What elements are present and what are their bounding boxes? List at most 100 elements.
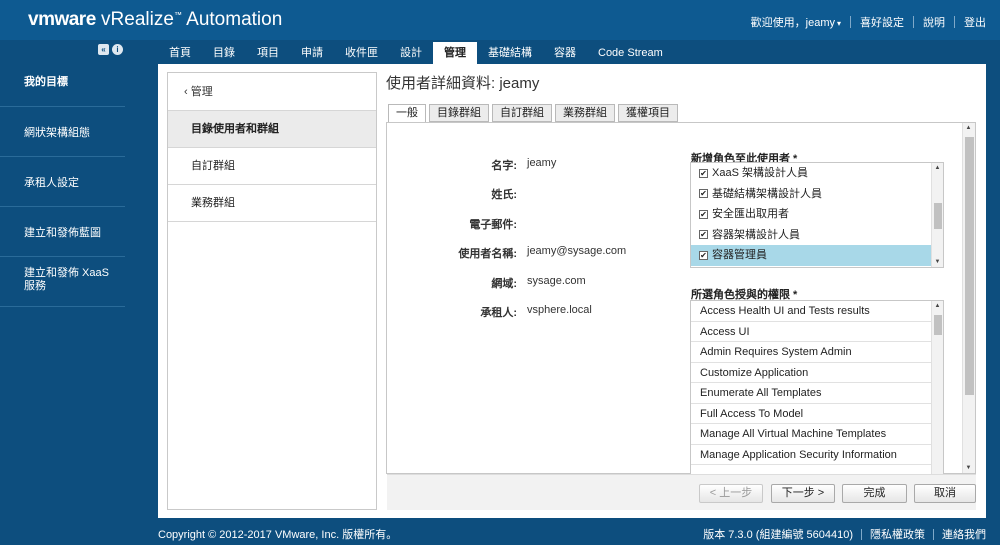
nav-tab-inbox[interactable]: 收件匣 bbox=[334, 42, 389, 64]
permission-item: Access Health UI and Tests results bbox=[691, 301, 943, 322]
sidebar-item-my-goals[interactable]: 我的目標 bbox=[0, 40, 125, 107]
brand-tm: ™ bbox=[173, 10, 182, 20]
nav-tab-catalog[interactable]: 目錄 bbox=[202, 42, 246, 64]
caret-down-icon: ▾ bbox=[836, 19, 841, 28]
scroll-thumb[interactable] bbox=[934, 315, 942, 335]
contact-link[interactable]: 連絡我們 bbox=[942, 526, 986, 542]
chevron-left-icon: ‹ bbox=[184, 86, 191, 98]
nav-tab-containers[interactable]: 容器 bbox=[543, 42, 587, 64]
scroll-up-icon[interactable]: ▲ bbox=[932, 301, 943, 311]
domain-value: sysage.com bbox=[527, 275, 586, 287]
nav-tab-items[interactable]: 項目 bbox=[246, 42, 290, 64]
nav-tab-design[interactable]: 設計 bbox=[389, 42, 433, 64]
cancel-button[interactable]: 取消 bbox=[914, 484, 976, 503]
divider bbox=[954, 16, 955, 28]
copyright-text: Copyright © 2012-2017 VMware, Inc. 版權所有。 bbox=[158, 529, 398, 541]
checkbox-checked-icon[interactable]: ✔ bbox=[699, 230, 708, 240]
privacy-link[interactable]: 隱私權政策 bbox=[870, 526, 925, 542]
permission-item: Manage All Virtual Machine Templates bbox=[691, 424, 943, 445]
header-links: 歡迎使用，jeamy ▾ 喜好設定 說明 登出 bbox=[751, 14, 986, 30]
brand-suffix: Automation bbox=[181, 9, 283, 30]
roles-list[interactable]: ✔ XaaS 架構設計人員 ✔ 基礎結構架構設計人員 ✔ 安全匯出取用者 ✔ 容器架構設… bbox=[690, 162, 944, 268]
divider bbox=[933, 528, 934, 540]
role-item-container-architect[interactable]: ✔ 容器架構設計人員 bbox=[691, 225, 943, 246]
username-value: jeamy@sysage.com bbox=[527, 245, 627, 257]
first-name-label: 名字: bbox=[491, 160, 517, 172]
permissions-list[interactable]: Access Health UI and Tests results Acces… bbox=[690, 300, 944, 474]
nav-tab-home[interactable]: 首頁 bbox=[158, 42, 202, 64]
detail-tabs: 一般 目錄群組 自訂群組 業務群組 獲權項目 bbox=[388, 104, 678, 123]
next-button[interactable]: 下一步 > bbox=[771, 484, 835, 503]
welcome-user-menu[interactable]: 歡迎使用，jeamy ▾ bbox=[751, 14, 841, 30]
permissions-scrollbar[interactable]: ▲ bbox=[931, 301, 943, 474]
role-item-xaas-architect[interactable]: ✔ XaaS 架構設計人員 bbox=[691, 163, 943, 184]
role-label: XaaS 架構設計人員 bbox=[712, 167, 808, 180]
subnav-item-business-groups[interactable]: 業務群組 bbox=[168, 185, 376, 222]
tab-entitled-items[interactable]: 獲權項目 bbox=[618, 104, 678, 122]
sidebar-item-fabric-config[interactable]: 網狀架構組態 bbox=[0, 107, 125, 157]
sidebar-item-xaas[interactable]: 建立和發佈 XaaS 服務 bbox=[0, 257, 125, 307]
app-header: vmware vRealize™ Automation 歡迎使用，jeamy ▾ … bbox=[0, 0, 1000, 40]
roles-scrollbar[interactable]: ▲ ▼ bbox=[931, 163, 943, 267]
main-nav: 首頁 目錄 項目 申請 收件匣 設計 管理 基礎結構 容器 Code Strea… bbox=[158, 42, 674, 64]
scroll-down-icon[interactable]: ▼ bbox=[963, 463, 974, 473]
page-title: 使用者詳細資料: jeamy bbox=[386, 75, 540, 92]
nav-tab-requests[interactable]: 申請 bbox=[290, 42, 334, 64]
username-label: 使用者名稱: bbox=[458, 248, 517, 260]
nav-tab-infrastructure[interactable]: 基礎結構 bbox=[477, 42, 543, 64]
permission-item: Enumerate All Templates bbox=[691, 383, 943, 404]
divider bbox=[913, 16, 914, 28]
last-name-label: 姓氏: bbox=[491, 189, 517, 201]
permission-item: Admin Requires System Admin bbox=[691, 342, 943, 363]
footer-links: 版本 7.3.0 (組建編號 5604410) 隱私權政策 連絡我們 bbox=[703, 526, 986, 542]
tab-business-groups[interactable]: 業務群組 bbox=[555, 104, 615, 122]
logout-link[interactable]: 登出 bbox=[964, 14, 986, 30]
role-label: 基礎結構架構設計人員 bbox=[712, 187, 822, 200]
general-form: 名字: jeamy 姓氏: 電子郵件: 使用者名稱: jeamy@sysage.… bbox=[386, 122, 976, 474]
finish-button[interactable]: 完成 bbox=[842, 484, 907, 503]
checkbox-checked-icon[interactable]: ✔ bbox=[699, 250, 708, 260]
divider bbox=[861, 528, 862, 540]
tab-custom-groups[interactable]: 自訂群組 bbox=[492, 104, 552, 122]
role-label: 安全匯出取用者 bbox=[712, 208, 789, 221]
nav-tab-administration[interactable]: 管理 bbox=[433, 42, 477, 64]
tab-general[interactable]: 一般 bbox=[388, 104, 426, 123]
preferences-link[interactable]: 喜好設定 bbox=[860, 14, 904, 30]
checkbox-checked-icon[interactable]: ✔ bbox=[699, 189, 708, 199]
domain-label: 網域: bbox=[491, 278, 517, 290]
previous-button[interactable]: < 上一步 bbox=[699, 484, 763, 503]
email-label: 電子郵件: bbox=[469, 219, 517, 231]
role-label: 容器管理員 bbox=[712, 249, 767, 262]
brand-product: vRealize bbox=[95, 9, 174, 30]
tenant-label: 承租人: bbox=[480, 307, 517, 319]
help-link[interactable]: 說明 bbox=[923, 14, 945, 30]
admin-subnav: ‹ 管理 目錄使用者和群組 自訂群組 業務群組 bbox=[167, 72, 377, 510]
brand-vmware: vmware bbox=[28, 9, 96, 30]
role-item-infra-architect[interactable]: ✔ 基礎結構架構設計人員 bbox=[691, 184, 943, 205]
main-panel: ‹ 管理 目錄使用者和群組 自訂群組 業務群組 使用者詳細資料: jeamy 一… bbox=[158, 64, 986, 518]
checkbox-checked-icon[interactable]: ✔ bbox=[699, 168, 708, 178]
scroll-thumb[interactable] bbox=[934, 203, 942, 229]
tenant-value: vsphere.local bbox=[527, 304, 592, 316]
left-sidebar: « i 我的目標 網狀架構組態 承租人設定 建立和發佈藍圖 建立和發佈 XaaS… bbox=[0, 40, 125, 518]
form-scrollbar[interactable]: ▲ ▼ bbox=[962, 123, 975, 473]
permission-item: Access UI bbox=[691, 322, 943, 342]
sidebar-item-blueprints[interactable]: 建立和發佈藍圖 bbox=[0, 207, 125, 257]
role-label: 容器架構設計人員 bbox=[712, 228, 800, 241]
permission-item: Manage Application Security Information bbox=[691, 445, 943, 465]
tab-directory-groups[interactable]: 目錄群組 bbox=[429, 104, 489, 122]
subnav-item-custom-groups[interactable]: 自訂群組 bbox=[168, 148, 376, 185]
scroll-thumb[interactable] bbox=[965, 137, 974, 395]
subnav-item-directory-users[interactable]: 目錄使用者和群組 bbox=[168, 111, 376, 148]
welcome-text: 歡迎使用，jeamy bbox=[750, 17, 835, 29]
nav-tab-code-stream[interactable]: Code Stream bbox=[587, 42, 674, 64]
scroll-down-icon[interactable]: ▼ bbox=[932, 257, 943, 267]
role-item-container-admin[interactable]: ✔ 容器管理員 bbox=[691, 245, 943, 266]
wizard-button-bar: < 上一步 下一步 > 完成 取消 bbox=[387, 474, 976, 510]
scroll-up-icon[interactable]: ▲ bbox=[963, 123, 974, 133]
back-to-admin-link[interactable]: ‹ 管理 bbox=[168, 73, 376, 111]
checkbox-checked-icon[interactable]: ✔ bbox=[699, 209, 708, 219]
scroll-up-icon[interactable]: ▲ bbox=[932, 163, 943, 173]
role-item-secure-export[interactable]: ✔ 安全匯出取用者 bbox=[691, 204, 943, 225]
sidebar-item-tenant-settings[interactable]: 承租人設定 bbox=[0, 157, 125, 207]
